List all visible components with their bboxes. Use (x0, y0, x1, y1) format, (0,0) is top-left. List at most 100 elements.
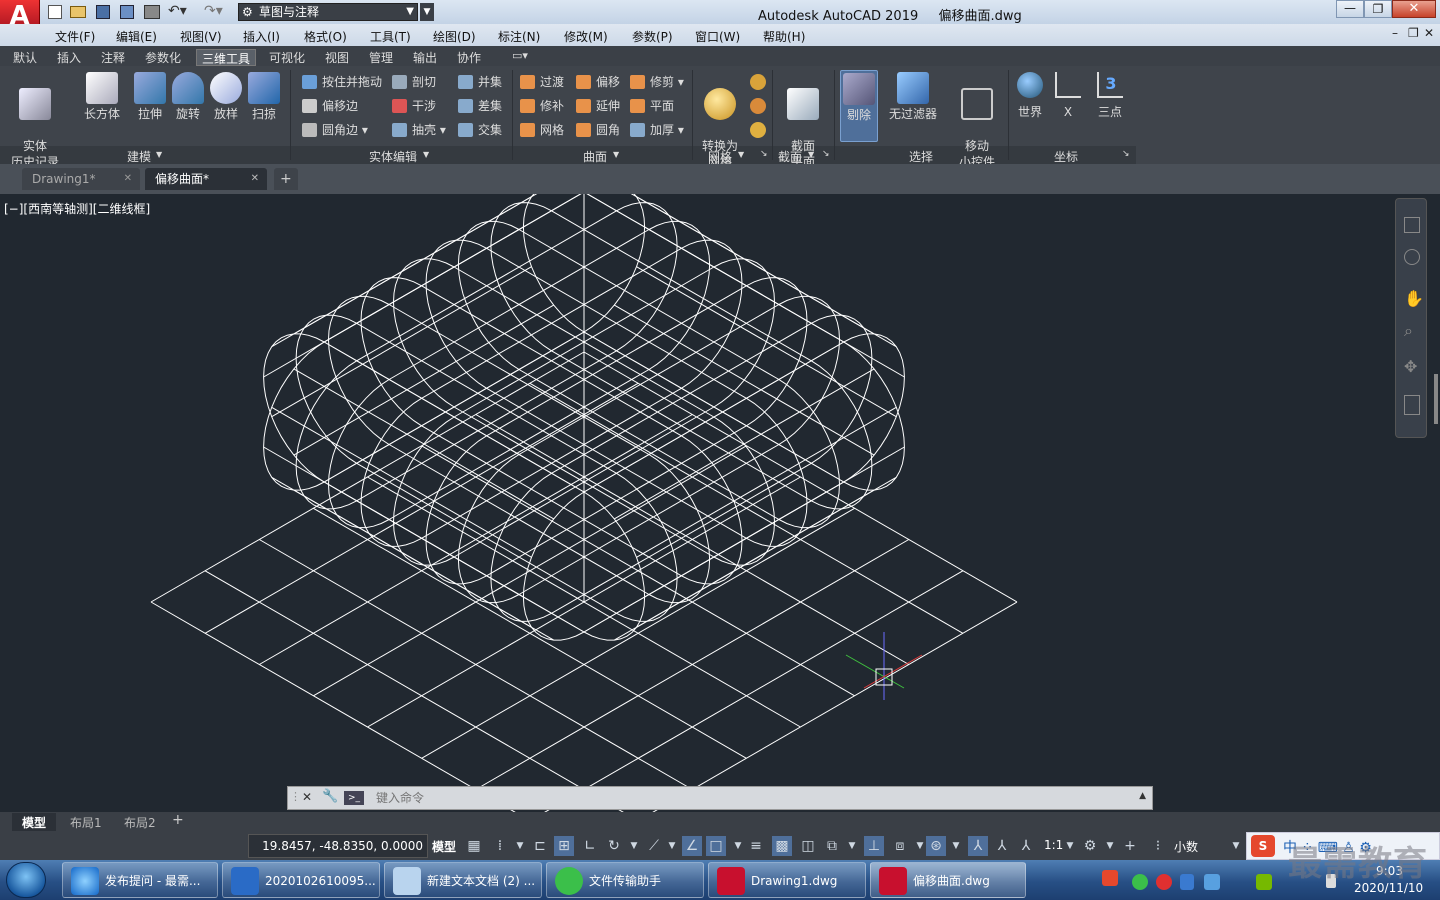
tray-weibo-icon[interactable] (1156, 874, 1172, 890)
object-snap-tracking-icon[interactable]: ∠ (682, 836, 702, 856)
menu-dimension[interactable]: 标注(N) (498, 28, 540, 45)
panel-label-surface[interactable]: 曲面 (583, 148, 607, 165)
taskbar-item-notepad[interactable]: 新建文本文档 (2) ... (384, 862, 542, 898)
redo-icon[interactable]: ↷▾ (204, 3, 223, 19)
zoom-icon[interactable]: ⌕ (1404, 321, 1413, 341)
shell-button[interactable]: 抽壳 ▾ (392, 120, 446, 140)
loft-button[interactable]: 放样 (206, 72, 246, 122)
fillet-edge-button[interactable]: 圆角边 ▾ (302, 120, 368, 140)
new-tab-button[interactable]: + (274, 168, 298, 190)
mesh-smooth-icon[interactable] (750, 74, 766, 90)
tab-3d-tools[interactable]: 三维工具 (196, 49, 257, 66)
menu-edit[interactable]: 编辑(E) (116, 28, 157, 45)
no-filter-button[interactable]: 无过滤器 (884, 72, 942, 122)
menu-file[interactable]: 文件(F) (55, 28, 95, 45)
menu-draw[interactable]: 绘图(D) (433, 28, 476, 45)
taskbar-item-offset-surface[interactable]: 偏移曲面.dwg (870, 862, 1026, 898)
blend-button[interactable]: 过渡 (520, 72, 564, 92)
chevron-down-icon[interactable]: ▼ (1100, 836, 1120, 856)
viewport-scrollbar[interactable] (1434, 374, 1438, 424)
taskbar-item-ie[interactable]: 发布提问 - 最需... (62, 862, 218, 898)
units-icon[interactable]: ⁝ (1148, 836, 1168, 856)
panel-label-section[interactable]: 截面 (778, 148, 802, 165)
patch-button[interactable]: 修补 (520, 96, 564, 116)
intersect-button[interactable]: 交集 (458, 120, 502, 140)
ucs-3point-button[interactable]: 3 三点 (1090, 72, 1130, 120)
infer-constraints-icon[interactable]: ⊏ (530, 836, 550, 856)
mesh-crease-icon[interactable] (750, 122, 766, 138)
tray-shield-icon[interactable] (1180, 874, 1194, 890)
chevron-down-icon[interactable]: ▼ (728, 836, 748, 856)
panel-launcher-icon[interactable]: ↘ (1122, 149, 1130, 159)
tab-default[interactable]: 默认 (8, 49, 42, 66)
panel-launcher-icon[interactable]: ↘ (760, 149, 768, 159)
tab-visualize[interactable]: 可视化 (264, 49, 310, 66)
new-file-icon[interactable] (48, 5, 62, 19)
tab-model[interactable]: 模型 (12, 813, 57, 831)
menu-tools[interactable]: 工具(T) (370, 28, 411, 45)
minimize-button[interactable]: — (1336, 0, 1364, 18)
menu-parametric[interactable]: 参数(P) (632, 28, 673, 45)
surface-offset-button[interactable]: 偏移 (576, 72, 620, 92)
snap-mode-icon[interactable]: ⁞ (490, 836, 510, 856)
revolve-button[interactable]: 旋转 (168, 72, 208, 122)
network-button[interactable]: 网格 (520, 120, 564, 140)
extrude-button[interactable]: 拉伸 (130, 72, 170, 122)
showmotion-icon[interactable] (1404, 395, 1420, 415)
menu-view[interactable]: 视图(V) (180, 28, 222, 45)
coordinates-readout[interactable]: 19.8457, -48.8350, 0.0000 (248, 834, 428, 858)
subtract-button[interactable]: 差集 (458, 96, 502, 116)
save-as-icon[interactable] (120, 5, 134, 19)
interfere-button[interactable]: 干涉 (392, 96, 436, 116)
command-close-icon[interactable]: ✕ (302, 790, 312, 804)
file-tab-drawing1[interactable]: Drawing1* ✕ (22, 168, 140, 190)
taskbar-item-doc[interactable]: 2020102610095... (222, 862, 380, 898)
command-grip-icon[interactable]: ⋮ (290, 790, 301, 803)
selection-cycling-icon[interactable]: ◫ (798, 836, 818, 856)
pan-hand-icon[interactable]: ✋ (1404, 289, 1424, 308)
panel-label-mesh[interactable]: 网格 (708, 148, 732, 165)
presspull-button[interactable]: 按住并拖动 (302, 72, 382, 92)
panel-label-modeling[interactable]: 建模 (127, 148, 151, 165)
box-button[interactable]: 长方体 (78, 72, 126, 122)
extend-button[interactable]: 延伸 (576, 96, 620, 116)
transparency-icon[interactable]: ▩ (772, 836, 792, 856)
tab-annotate[interactable]: 注释 (96, 49, 130, 66)
command-input[interactable] (376, 789, 1116, 807)
menu-help[interactable]: 帮助(H) (763, 28, 805, 45)
tab-manage[interactable]: 管理 (364, 49, 398, 66)
grid-icon[interactable]: ▦ (464, 836, 484, 856)
close-icon[interactable]: ✕ (251, 168, 259, 190)
add-layout-button[interactable]: + (172, 812, 184, 828)
doc-close-button[interactable]: ✕ (1424, 26, 1434, 40)
panel-label-solid-edit[interactable]: 实体编辑 (369, 148, 417, 165)
steeringwheel-icon[interactable] (1404, 249, 1420, 265)
command-recent-icon[interactable]: >_ (344, 791, 364, 805)
menu-format[interactable]: 格式(O) (304, 28, 347, 45)
ortho-icon[interactable]: ∟ (580, 836, 600, 856)
mesh-refine-icon[interactable] (750, 98, 766, 114)
tab-layout2[interactable]: 布局2 (116, 813, 164, 831)
plus-icon[interactable]: + (1120, 836, 1140, 856)
chevron-down-icon[interactable]: ▼ (1226, 836, 1246, 856)
polar-tracking-icon[interactable]: ↻ (604, 836, 624, 856)
sweep-button[interactable]: 扫掠 (244, 72, 284, 122)
tab-layout1[interactable]: 布局1 (62, 813, 110, 831)
doc-restore-button[interactable]: ❐ (1408, 26, 1419, 40)
union-button[interactable]: 并集 (458, 72, 502, 92)
viewcube-icon[interactable] (1404, 217, 1420, 233)
gear-icon[interactable]: ⚙ (1080, 836, 1100, 856)
command-customize-icon[interactable]: 🔧 (322, 789, 338, 804)
menu-insert[interactable]: 插入(I) (243, 28, 280, 45)
undo-icon[interactable]: ↶▾ (168, 3, 187, 19)
tab-output[interactable]: 输出 (408, 49, 442, 66)
open-file-icon[interactable] (70, 6, 86, 18)
tray-network-icon[interactable] (1204, 874, 1220, 890)
sogou-logo-icon[interactable]: S (1251, 835, 1275, 857)
tab-insert[interactable]: 插入 (52, 49, 86, 66)
taskbar-item-wechat[interactable]: 文件传输助手 (546, 862, 704, 898)
trim-button[interactable]: 修剪 ▾ (630, 72, 684, 92)
move-gizmo-button[interactable]: 移动 小控件 (952, 72, 1002, 170)
thicken-button[interactable]: 加厚 ▾ (630, 120, 684, 140)
selection-filter-icon[interactable]: ⧈ (890, 836, 910, 856)
